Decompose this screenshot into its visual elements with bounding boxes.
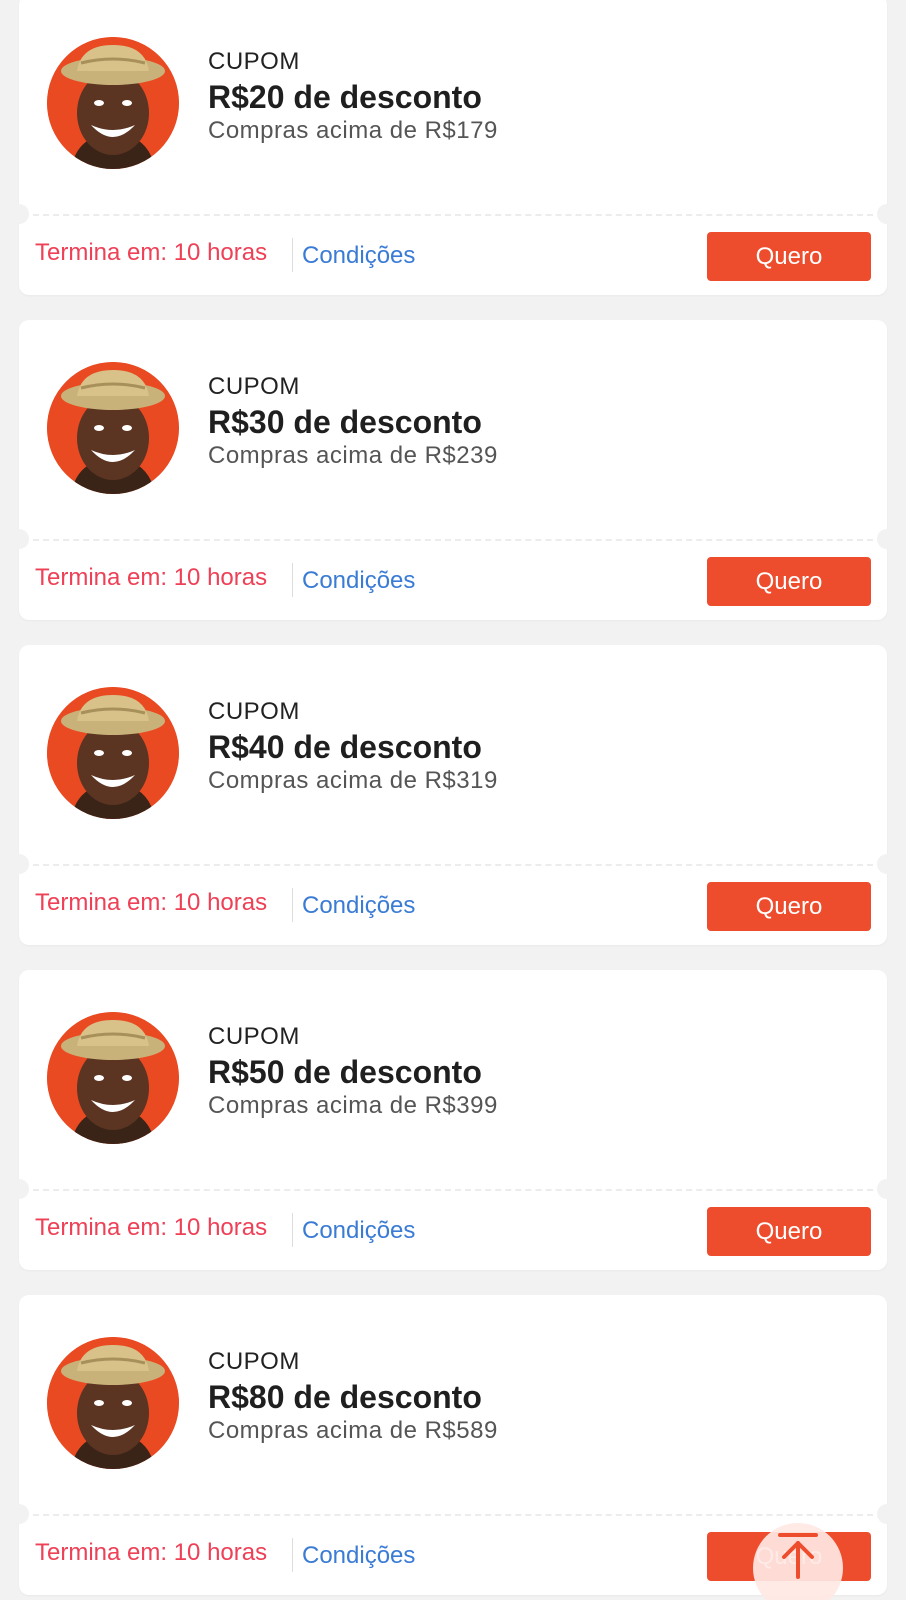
coupon-minimum: Compras acima de R$319 xyxy=(208,767,498,794)
coupon-expiry: Termina em: 10 horas xyxy=(35,1539,268,1566)
arrow-up-to-top-icon xyxy=(776,1531,820,1584)
coupon-kicker: CUPOM xyxy=(208,48,300,75)
want-coupon-button[interactable]: Quero xyxy=(707,557,871,606)
coupon-amount: R$50 de desconto xyxy=(208,1054,482,1090)
coupon-kicker: CUPOM xyxy=(208,698,300,725)
coupon-notch xyxy=(877,1179,897,1199)
coupon-expiry: Termina em: 10 horas xyxy=(35,889,268,916)
coupon-kicker: CUPOM xyxy=(208,1348,300,1375)
conditions-link[interactable]: Condições xyxy=(302,1542,415,1570)
coupon-notch xyxy=(877,1504,897,1524)
coupon-avatar xyxy=(47,362,179,494)
coupon-notch xyxy=(877,854,897,874)
footer-separator xyxy=(292,1538,293,1572)
want-coupon-button[interactable]: Quero xyxy=(707,232,871,281)
conditions-link[interactable]: Condições xyxy=(302,242,415,270)
coupon-divider xyxy=(33,1189,873,1191)
coupon-avatar xyxy=(47,37,179,169)
coupon-kicker: CUPOM xyxy=(208,373,300,400)
coupon-expiry: Termina em: 10 horas xyxy=(35,239,268,266)
coupon-divider xyxy=(33,864,873,866)
coupon-minimum: Compras acima de R$179 xyxy=(208,117,498,144)
conditions-link[interactable]: Condições xyxy=(302,892,415,920)
coupon-notch xyxy=(877,204,897,224)
coupon-amount: R$80 de desconto xyxy=(208,1379,482,1415)
coupon-divider xyxy=(33,214,873,216)
coupon-notch xyxy=(9,1179,29,1199)
footer-separator xyxy=(292,563,293,597)
coupon-notch xyxy=(9,204,29,224)
coupon-expiry: Termina em: 10 horas xyxy=(35,1214,268,1241)
coupon-card: CUPOM R$20 de desconto Compras acima de … xyxy=(9,0,897,295)
coupon-notch xyxy=(9,1504,29,1524)
coupon-notch xyxy=(877,529,897,549)
want-coupon-button[interactable]: Quero xyxy=(707,1207,871,1256)
want-coupon-button[interactable]: Quero xyxy=(707,882,871,931)
coupon-amount: R$40 de desconto xyxy=(208,729,482,765)
coupon-avatar xyxy=(47,1012,179,1144)
coupon-minimum: Compras acima de R$589 xyxy=(208,1417,498,1444)
coupon-notch xyxy=(9,854,29,874)
coupon-list: CUPOM R$20 de desconto Compras acima de … xyxy=(0,0,906,1600)
footer-separator xyxy=(292,888,293,922)
coupon-avatar xyxy=(47,687,179,819)
footer-separator xyxy=(292,1213,293,1247)
conditions-link[interactable]: Condições xyxy=(302,567,415,595)
coupon-card: CUPOM R$40 de desconto Compras acima de … xyxy=(9,645,897,945)
coupon-notch xyxy=(9,529,29,549)
coupon-divider xyxy=(33,539,873,541)
conditions-link[interactable]: Condições xyxy=(302,1217,415,1245)
coupon-avatar xyxy=(47,1337,179,1469)
coupon-expiry: Termina em: 10 horas xyxy=(35,564,268,591)
coupon-card: CUPOM R$50 de desconto Compras acima de … xyxy=(9,970,897,1270)
coupon-divider xyxy=(33,1514,873,1516)
coupon-minimum: Compras acima de R$239 xyxy=(208,442,498,469)
coupon-minimum: Compras acima de R$399 xyxy=(208,1092,498,1119)
coupon-amount: R$30 de desconto xyxy=(208,404,482,440)
footer-separator xyxy=(292,238,293,272)
coupon-card: CUPOM R$30 de desconto Compras acima de … xyxy=(9,320,897,620)
coupon-kicker: CUPOM xyxy=(208,1023,300,1050)
coupon-amount: R$20 de desconto xyxy=(208,79,482,115)
